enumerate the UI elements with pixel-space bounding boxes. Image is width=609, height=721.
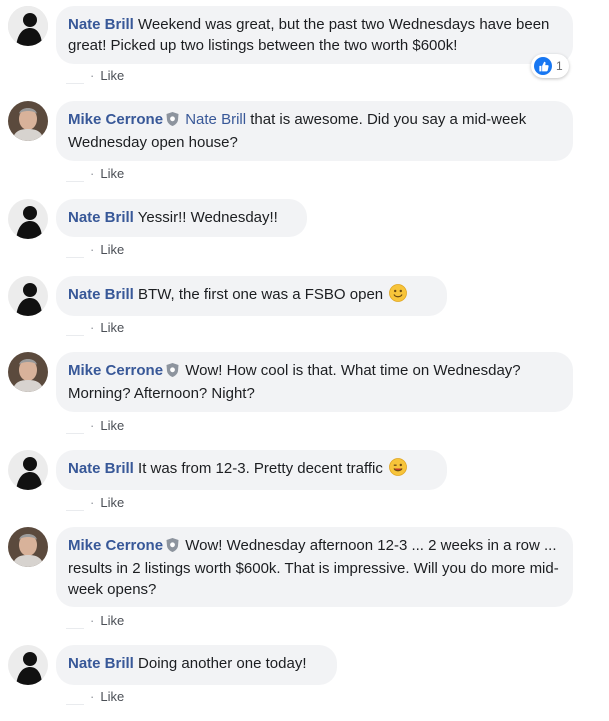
verified-shield-icon [166, 537, 179, 558]
comment-text: Doing another one today! [138, 655, 307, 672]
comment-text: It was from 12-3. Pretty decent traffic [138, 460, 383, 477]
reaction-count[interactable]: 1 [531, 54, 569, 78]
comment-actions: · Like [66, 166, 124, 183]
like-button[interactable]: Like [100, 242, 124, 257]
comment-actions: · Like [66, 242, 124, 259]
comment-author[interactable]: Nate Brill [68, 286, 134, 303]
comment-text: Weekend was great, but the past two Wedn… [68, 16, 550, 54]
comment-bubble: Nate Brill Weekend was great, but the pa… [56, 6, 573, 64]
comment-author[interactable]: Nate Brill [68, 460, 134, 477]
comment-text: Yessir!! Wednesday!! [137, 209, 278, 226]
like-button[interactable]: Like [100, 418, 124, 433]
comment-author[interactable]: Nate Brill [68, 655, 134, 672]
comment-actions: · Like [66, 418, 124, 435]
like-button[interactable]: Like [100, 495, 124, 510]
comment-actions: · Like [66, 689, 124, 706]
comment-bubble: Nate Brill BTW, the first one was a FSBO… [56, 276, 447, 316]
comment-actions: · Like [66, 613, 124, 630]
like-button[interactable]: Like [100, 613, 124, 628]
avatar-mike-cerrone[interactable] [8, 101, 48, 141]
avatar-mike-cerrone[interactable] [8, 527, 48, 567]
like-reaction-icon [534, 57, 552, 75]
comment-author[interactable]: Mike Cerrone [68, 362, 163, 379]
avatar-nate-brill[interactable] [8, 199, 48, 239]
smile-emoji-icon [389, 284, 408, 302]
comment-bubble: Nate Brill Yessir!! Wednesday!! [56, 199, 307, 237]
comment-actions: · Like [66, 68, 124, 85]
reaction-count-value: 1 [556, 59, 563, 73]
avatar-nate-brill[interactable] [8, 450, 48, 490]
avatar-mike-cerrone[interactable] [8, 352, 48, 392]
like-button[interactable]: Like [100, 68, 124, 83]
wink-emoji-icon [389, 458, 407, 476]
comment-bubble: Mike Cerrone Wow! Wednesday afternoon 12… [56, 527, 573, 607]
like-button[interactable]: Like [100, 166, 124, 181]
like-button[interactable]: Like [100, 689, 124, 704]
comment-actions: · Like [66, 320, 124, 337]
comment-text: BTW, the first one was a FSBO open [138, 286, 384, 303]
comment-bubble: Nate Brill It was from 12-3. Pretty dece… [56, 450, 447, 490]
comment-author[interactable]: Nate Brill [68, 209, 134, 226]
comment-mention[interactable]: Nate Brill [185, 111, 246, 128]
comment-author[interactable]: Mike Cerrone [68, 537, 163, 554]
comment-bubble: Mike Cerrone Wow! How cool is that. What… [56, 352, 573, 412]
comment-author[interactable]: Nate Brill [68, 16, 134, 33]
comment-actions: · Like [66, 495, 124, 512]
verified-shield-icon [166, 362, 179, 383]
avatar-nate-brill[interactable] [8, 645, 48, 685]
comment-author[interactable]: Mike Cerrone [68, 111, 163, 128]
verified-shield-icon [166, 111, 179, 132]
comment-bubble: Nate Brill Doing another one today! [56, 645, 337, 685]
avatar-nate-brill[interactable] [8, 276, 48, 316]
avatar-nate-brill[interactable] [8, 6, 48, 46]
comment-bubble: Mike Cerrone Nate Brill that is awesome.… [56, 101, 573, 161]
like-button[interactable]: Like [100, 320, 124, 335]
